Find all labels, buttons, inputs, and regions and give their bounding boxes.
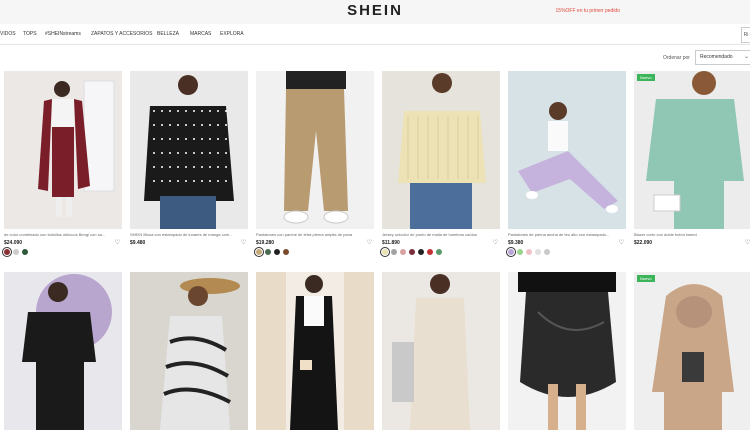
product-price: $11.890 ♡ xyxy=(382,240,500,246)
color-swatch[interactable] xyxy=(409,249,415,255)
color-swatch[interactable] xyxy=(274,249,280,255)
nav-item-explora[interactable]: EXPLORA xyxy=(220,31,244,37)
product-price: $19.280 ♡ xyxy=(256,240,374,246)
color-swatches xyxy=(2,247,122,257)
nav-right-button[interactable]: Ri xyxy=(741,27,750,43)
product-image[interactable] xyxy=(508,272,626,430)
product-card[interactable] xyxy=(4,272,122,430)
heart-icon[interactable]: ♡ xyxy=(619,240,624,246)
new-badge: Nuevo xyxy=(637,275,655,282)
color-swatch[interactable] xyxy=(436,249,442,255)
product-title[interactable]: SHEIN Blusa con estampado de lunares de … xyxy=(130,232,248,237)
top-bar: SHEIN 15%OFF en tu primer pedido xyxy=(0,0,750,24)
product-title[interactable]: Pantalones de pierna ancha de tiro alto … xyxy=(508,232,626,237)
product-price: $9.380 ♡ xyxy=(508,240,626,246)
color-swatch[interactable] xyxy=(254,247,264,257)
heart-icon[interactable]: ♡ xyxy=(367,240,372,246)
nav-item-belleza[interactable]: BELLEZA xyxy=(157,31,179,37)
heart-icon[interactable]: ♡ xyxy=(745,240,750,246)
product-card[interactable] xyxy=(256,272,374,430)
color-swatch[interactable] xyxy=(22,249,28,255)
color-swatches xyxy=(380,247,500,257)
price-value: $22.090 xyxy=(634,240,653,246)
heart-icon[interactable]: ♡ xyxy=(115,240,120,246)
product-card[interactable]: Nuevo Blazer corto con doble botón tweed $… xyxy=(634,71,750,246)
sort-value: Recomendado xyxy=(700,54,733,60)
nav-item-sheinstreams[interactable]: #SHEINstreams xyxy=(45,31,81,37)
product-card[interactable]: de color combinado con bolsillos oblicuo… xyxy=(2,71,122,257)
category-nav: VIDOS TOPS #SHEINstreams ZAPATOS Y ACCES… xyxy=(0,24,750,45)
product-image[interactable] xyxy=(382,272,500,430)
color-swatch[interactable] xyxy=(265,249,271,255)
product-card[interactable] xyxy=(382,272,500,430)
price-value: $19.280 xyxy=(256,240,275,246)
nav-item-marcas[interactable]: MARCAS xyxy=(190,31,211,37)
product-image[interactable] xyxy=(382,71,500,229)
color-swatch[interactable] xyxy=(427,249,433,255)
color-swatch[interactable] xyxy=(418,249,424,255)
color-swatch[interactable] xyxy=(13,249,19,255)
product-title[interactable]: Pantalones con parche de letra pierna am… xyxy=(256,232,374,237)
nav-item-vidos[interactable]: VIDOS xyxy=(0,31,16,37)
product-image[interactable]: Nuevo xyxy=(634,71,750,229)
heart-icon[interactable]: ♡ xyxy=(241,240,246,246)
product-title[interactable]: Blazer corto con doble botón tweed xyxy=(634,232,750,237)
promo-text[interactable]: 15%OFF en tu primer pedido xyxy=(556,8,620,14)
sort-select[interactable]: Recomendado ⌄ xyxy=(695,50,750,65)
price-value: $24.090 xyxy=(4,240,23,246)
shein-logo[interactable]: SHEIN xyxy=(0,2,750,19)
product-image[interactable] xyxy=(256,71,374,229)
product-title[interactable]: de color combinado con bolsillos oblicuo… xyxy=(4,232,122,237)
product-image[interactable] xyxy=(4,272,122,430)
color-swatch[interactable] xyxy=(506,247,516,257)
product-card[interactable] xyxy=(508,272,626,430)
product-price: $9.480 ♡ xyxy=(130,240,248,246)
color-swatch[interactable] xyxy=(283,249,289,255)
price-value: $9.480 xyxy=(130,240,146,246)
chevron-down-icon: ⌄ xyxy=(743,54,749,60)
color-swatch[interactable] xyxy=(391,249,397,255)
product-image[interactable] xyxy=(130,272,248,430)
product-price: $22.090 ♡ xyxy=(634,240,750,246)
color-swatch[interactable] xyxy=(544,249,550,255)
sort-label: Ordenar por xyxy=(663,55,690,61)
price-value: $9.380 xyxy=(508,240,524,246)
color-swatch[interactable] xyxy=(2,247,12,257)
product-card[interactable]: SHEIN Blusa con estampado de lunares de … xyxy=(130,71,248,246)
product-card[interactable] xyxy=(130,272,248,430)
color-swatch[interactable] xyxy=(400,249,406,255)
product-image[interactable] xyxy=(130,71,248,229)
product-card[interactable]: Pantalones con parche de letra pierna am… xyxy=(254,71,374,257)
heart-icon[interactable]: ♡ xyxy=(493,240,498,246)
product-image[interactable] xyxy=(4,71,122,229)
new-badge: Nuevo xyxy=(637,74,655,81)
color-swatch[interactable] xyxy=(380,247,390,257)
product-title[interactable]: Jersey unicolor de punto de malla de hom… xyxy=(382,232,500,237)
product-card[interactable]: Pantalones de pierna ancha de tiro alto … xyxy=(506,71,626,257)
product-price: $24.090 ♡ xyxy=(4,240,122,246)
nav-item-tops[interactable]: TOPS xyxy=(23,31,37,37)
color-swatches xyxy=(254,247,374,257)
nav-item-zapatos[interactable]: ZAPATOS Y ACCESORIOS xyxy=(91,31,153,37)
color-swatch[interactable] xyxy=(517,249,523,255)
color-swatch[interactable] xyxy=(526,249,532,255)
product-image[interactable]: Nuevo xyxy=(634,272,750,430)
product-image[interactable] xyxy=(256,272,374,430)
product-card[interactable]: Jersey unicolor de punto de malla de hom… xyxy=(380,71,500,257)
product-image[interactable] xyxy=(508,71,626,229)
product-card[interactable]: Nuevo xyxy=(634,272,750,430)
color-swatches xyxy=(506,247,626,257)
price-value: $11.890 xyxy=(382,240,400,246)
color-swatch[interactable] xyxy=(535,249,541,255)
